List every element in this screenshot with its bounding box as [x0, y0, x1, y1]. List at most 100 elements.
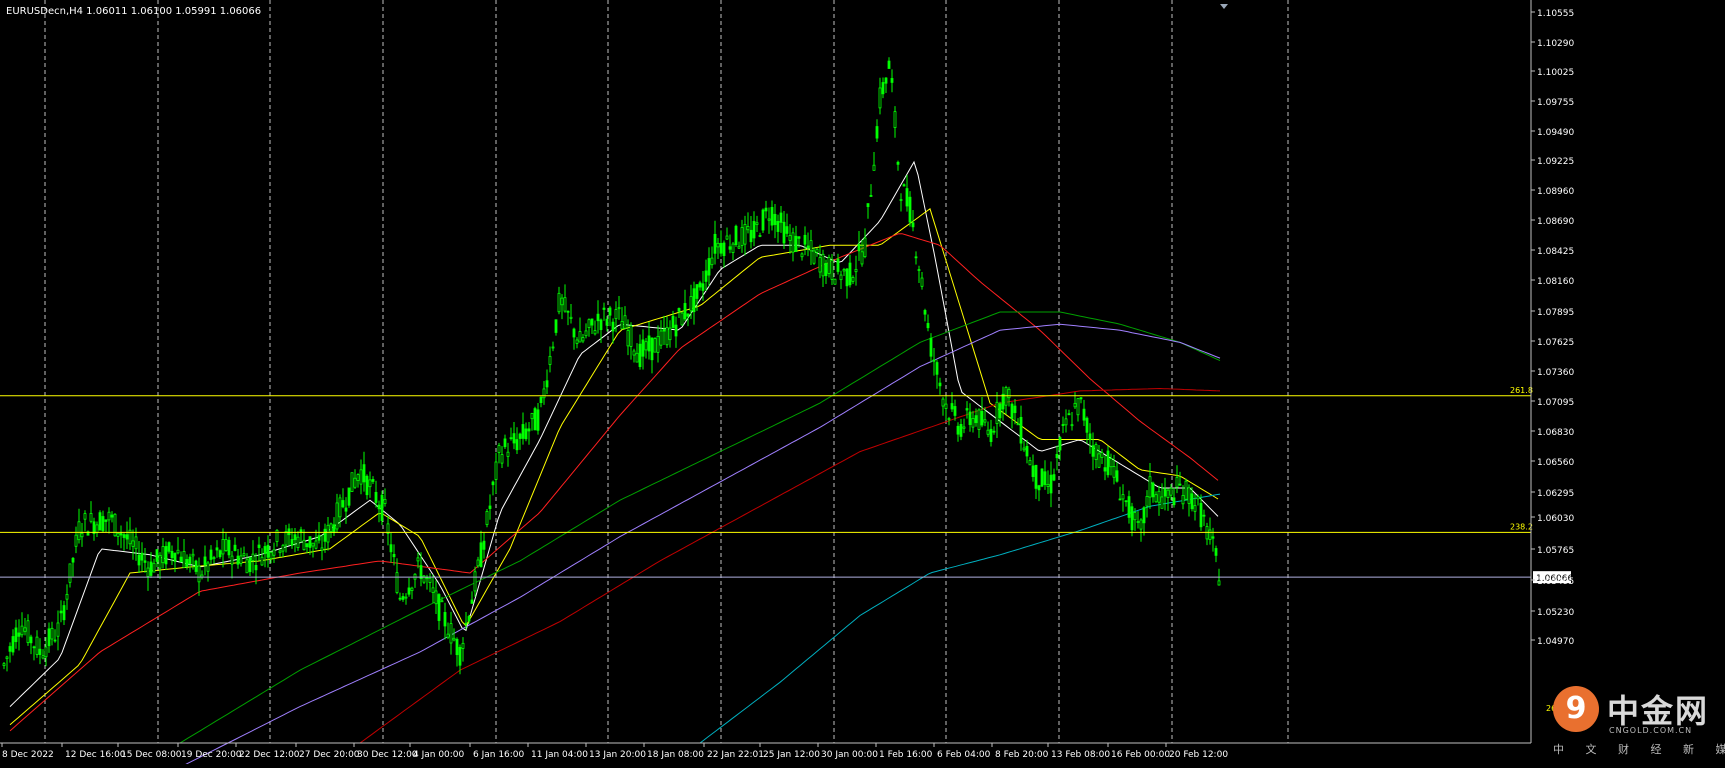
candle-body [251, 553, 255, 561]
candle-body [725, 235, 729, 240]
candle-body [1022, 447, 1026, 451]
candle-body [785, 226, 789, 234]
candle-body [1157, 490, 1161, 503]
candle [917, 265, 921, 284]
candle-body [479, 542, 483, 567]
candle [350, 472, 354, 492]
candle-body [686, 313, 690, 317]
price-chart[interactable]: 261.8238.21.06066262.7 1.105551.102901.1… [0, 0, 1725, 768]
candle [515, 427, 519, 455]
candle-body [611, 321, 615, 332]
candle [788, 224, 792, 254]
candle [578, 317, 582, 343]
candle-body [224, 539, 228, 551]
candle [716, 237, 720, 259]
candle [1145, 490, 1149, 518]
candle-body [746, 226, 750, 231]
candle-body [875, 126, 879, 139]
candle [170, 545, 174, 566]
candle-body [1010, 403, 1014, 419]
candle [1022, 440, 1026, 452]
candle-body [932, 359, 936, 362]
candle-body [1181, 495, 1185, 505]
candle [692, 281, 696, 325]
candle-body [761, 209, 765, 231]
chart-window[interactable]: 261.8238.21.06066262.7 1.105551.102901.1… [0, 0, 1725, 768]
candle [116, 532, 120, 546]
candle-body [623, 315, 627, 329]
x-tick-label: 6 Feb 04:00 [937, 750, 991, 760]
candle-body [1061, 424, 1065, 426]
candle [194, 559, 198, 575]
candle-body [1091, 445, 1095, 457]
candle-body [509, 437, 513, 440]
candle [1103, 455, 1107, 481]
candle [17, 619, 21, 651]
candle [149, 552, 153, 578]
candle [242, 546, 246, 558]
candle-body [500, 454, 504, 464]
candle-body [122, 534, 126, 538]
candle [635, 343, 639, 363]
candle-body [713, 233, 717, 254]
candle-body [1172, 497, 1176, 506]
candle [1040, 468, 1044, 488]
y-tick-label: 1.06830 [1537, 428, 1574, 438]
candle-body [350, 472, 354, 492]
candle [47, 622, 51, 653]
x-tick-label: 20 Feb 12:00 [1169, 750, 1228, 760]
candle-body [1034, 464, 1038, 489]
candle [212, 555, 216, 564]
candle-body [152, 562, 156, 573]
candle-body [380, 494, 384, 521]
candle [665, 316, 669, 348]
candle-body [956, 425, 960, 435]
candle-body [311, 542, 315, 547]
y-tick-label: 1.06030 [1537, 514, 1574, 524]
candle [794, 225, 798, 252]
candle [956, 422, 960, 442]
candle [1037, 484, 1041, 502]
candle [1073, 392, 1077, 409]
candle [851, 275, 855, 284]
candle-body [542, 388, 546, 399]
candle-body [752, 221, 756, 239]
candle [497, 442, 501, 464]
candle [446, 622, 450, 640]
candle [1007, 386, 1011, 407]
candle [548, 346, 552, 373]
candle [200, 570, 204, 580]
candle [71, 556, 75, 577]
candle [1061, 416, 1065, 434]
candle [29, 634, 33, 655]
candle-body [701, 283, 705, 291]
y-tick-label: 1.06295 [1537, 489, 1574, 499]
candle-body [323, 528, 327, 542]
candle [278, 548, 282, 558]
candle-body [17, 632, 21, 637]
candle-body [1088, 433, 1092, 441]
moving-average-line [9, 160, 1219, 707]
candle [383, 488, 387, 507]
candle-body [653, 338, 657, 353]
candle [1187, 484, 1191, 517]
candle-body [11, 636, 15, 653]
candle-body [974, 415, 978, 424]
candle-body [1154, 494, 1158, 503]
candle-body [845, 268, 849, 287]
candle [935, 360, 939, 389]
candle-body [1139, 519, 1143, 530]
candle-body [893, 111, 897, 128]
candle [143, 547, 147, 573]
candle-body [836, 258, 840, 272]
candle-body [533, 408, 537, 431]
candle [1064, 409, 1068, 433]
candle-body [173, 552, 177, 562]
candle [557, 286, 561, 315]
candle [812, 247, 816, 265]
candle-body [614, 309, 618, 320]
candle-body [1019, 416, 1023, 444]
candle [632, 348, 636, 363]
candle [320, 534, 324, 561]
candle-body [1058, 437, 1062, 451]
